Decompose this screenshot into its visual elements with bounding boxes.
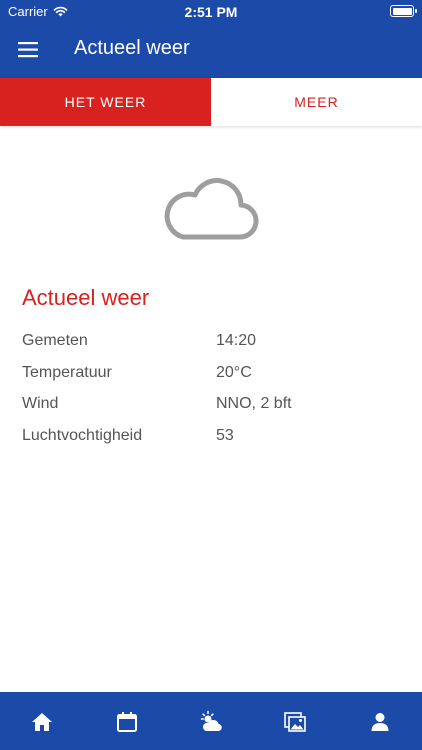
status-time: 2:51 PM (184, 4, 238, 20)
detail-label: Wind (22, 395, 59, 412)
detail-value: 53 (216, 426, 234, 444)
tab-strip: HET WEER MEER (0, 78, 422, 126)
weather-icon (200, 710, 222, 732)
bottom-nav-calendar[interactable] (84, 692, 168, 750)
detail-value: NNO, 2 bft (216, 395, 292, 412)
photos-icon (284, 712, 307, 732)
home-icon (32, 713, 53, 731)
section-title: Actueel weer (22, 285, 150, 310)
detail-value: 14:20 (216, 332, 257, 349)
status-bar: Carrier 2:51 PM (0, 0, 422, 24)
tab-meer[interactable]: MEER (211, 78, 422, 126)
bottom-nav (0, 692, 422, 750)
detail-label: Luchtvochtigheid (22, 426, 143, 444)
detail-label: Gemeten (22, 332, 88, 349)
detail-row-luchtvochtigheid: Luchtvochtigheid 53 (22, 427, 402, 459)
detail-row-gemeten: Gemeten 14:20 (22, 332, 402, 364)
calendar-icon (116, 712, 137, 732)
detail-value: 20°C (216, 363, 252, 381)
cloud-icon (164, 178, 259, 240)
detail-row-temperatuur: Temperatuur 20°C (22, 364, 402, 396)
bottom-nav-weather[interactable] (169, 692, 253, 750)
battery-icon (390, 5, 417, 17)
hamburger-menu-icon[interactable] (18, 41, 40, 59)
bottom-nav-photos[interactable] (253, 692, 337, 750)
nav-bar: Actueel weer (0, 24, 422, 78)
profile-icon (371, 713, 389, 731)
detail-row-wind: Wind NNO, 2 bft (22, 395, 402, 427)
detail-label: Temperatuur (22, 363, 112, 381)
bottom-nav-home[interactable] (0, 692, 84, 750)
bottom-nav-profile[interactable] (338, 692, 422, 750)
weather-details: Gemeten 14:20 Temperatuur 20°C Wind NNO,… (22, 332, 402, 458)
page-title: Actueel weer (74, 37, 190, 59)
tab-het-weer[interactable]: HET WEER (0, 78, 211, 126)
